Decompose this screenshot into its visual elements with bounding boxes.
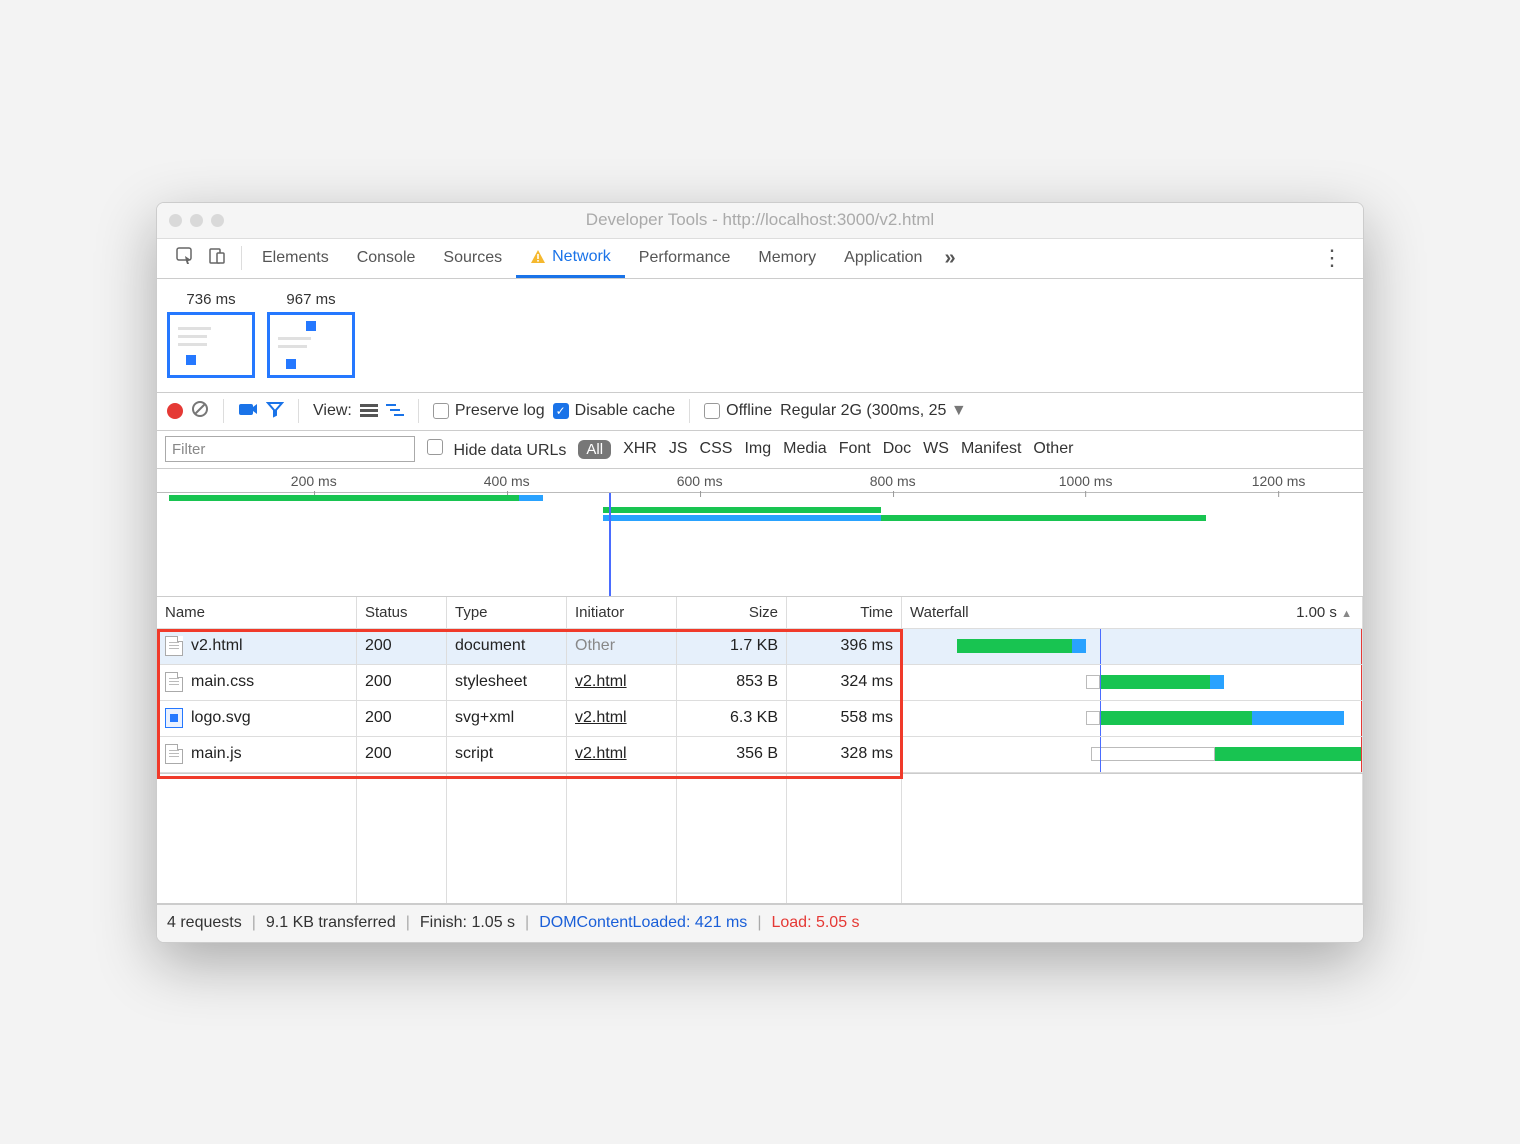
filter-type-doc[interactable]: Doc [883,440,911,458]
table-row[interactable]: main.css 200 stylesheet v2.html 853 B 32… [157,665,1363,701]
window-title: Developer Tools - http://localhost:3000/… [157,210,1363,230]
divider [418,399,419,423]
file-icon [165,744,183,764]
status-transferred: 9.1 KB transferred [266,914,396,932]
sort-asc-icon: ▲ [1341,608,1352,620]
table-empty-area [157,774,1363,904]
filter-input[interactable]: Filter [165,436,415,462]
offline-checkbox[interactable]: Offline [704,402,772,420]
tab-memory[interactable]: Memory [744,239,830,278]
divider [241,246,242,270]
filter-icon[interactable] [266,400,284,423]
col-waterfall[interactable]: Waterfall 1.00 s ▲ [902,597,1363,628]
col-initiator[interactable]: Initiator [567,597,677,628]
filter-type-all[interactable]: All [578,440,611,459]
filter-type-img[interactable]: Img [744,440,771,458]
tab-application[interactable]: Application [830,239,936,278]
table-row[interactable]: main.js 200 script v2.html 356 B 328 ms [157,737,1363,773]
filmstrip-thumb-icon [167,312,255,378]
throttle-select[interactable]: Regular 2G (300ms, 25 ▼ [780,402,967,420]
image-file-icon [165,708,183,728]
filter-bar: Filter Hide data URLs All XHR JS CSS Img… [157,431,1363,469]
large-rows-icon[interactable] [360,401,378,422]
table-row[interactable]: logo.svg 200 svg+xml v2.html 6.3 KB 558 … [157,701,1363,737]
col-time[interactable]: Time [787,597,902,628]
waterfall-view-icon[interactable] [386,401,404,422]
minimize-window-icon[interactable] [190,214,203,227]
preserve-log-checkbox[interactable]: Preserve log [433,402,545,420]
col-name[interactable]: Name [157,597,357,628]
filter-type-css[interactable]: CSS [700,440,733,458]
status-domcontentloaded: DOMContentLoaded: 421 ms [539,914,747,932]
status-requests: 4 requests [167,914,242,932]
network-table: Name Status Type Initiator Size Time Wat… [157,597,1363,774]
tab-performance[interactable]: Performance [625,239,745,278]
view-label: View: [313,402,352,420]
tab-network[interactable]: Network [516,239,625,278]
clear-icon[interactable] [191,400,209,423]
window-controls [157,214,224,227]
table-header: Name Status Type Initiator Size Time Wat… [157,597,1363,629]
screenshot-icon[interactable] [238,401,258,422]
status-finish: Finish: 1.05 s [420,914,515,932]
zoom-window-icon[interactable] [211,214,224,227]
more-tabs-icon[interactable]: » [936,247,963,270]
device-toggle-icon[interactable] [207,246,227,270]
timeline-overview[interactable]: 200 ms 400 ms 600 ms 800 ms 1000 ms 1200… [157,469,1363,597]
disable-cache-checkbox[interactable]: ✓ Disable cache [553,402,676,420]
table-row[interactable]: v2.html 200 document Other 1.7 KB 396 ms [157,629,1363,665]
filter-type-media[interactable]: Media [783,440,827,458]
kebab-menu-icon[interactable]: ⋮ [1313,245,1353,271]
filter-type-font[interactable]: Font [839,440,871,458]
filter-type-ws[interactable]: WS [923,440,949,458]
file-icon [165,636,183,656]
devtools-window: Developer Tools - http://localhost:3000/… [156,202,1364,943]
record-icon[interactable] [167,403,183,419]
divider [223,399,224,423]
hide-data-urls-checkbox[interactable]: Hide data URLs [427,439,566,460]
chevron-down-icon: ▼ [951,402,967,419]
filmstrip-frame[interactable]: 967 ms [267,291,355,378]
inspect-element-icon[interactable] [175,246,195,270]
col-type[interactable]: Type [447,597,567,628]
divider [689,399,690,423]
titlebar: Developer Tools - http://localhost:3000/… [157,203,1363,239]
tab-console[interactable]: Console [343,239,430,278]
filter-type-xhr[interactable]: XHR [623,440,657,458]
filmstrip-thumb-icon [267,312,355,378]
filter-type-js[interactable]: JS [669,440,688,458]
close-window-icon[interactable] [169,214,182,227]
tab-elements[interactable]: Elements [248,239,343,278]
filter-type-manifest[interactable]: Manifest [961,440,1021,458]
status-bar: 4 requests | 9.1 KB transferred | Finish… [157,904,1363,942]
filter-type-other[interactable]: Other [1033,440,1073,458]
divider [298,399,299,423]
filmstrip: 736 ms 967 ms [157,279,1363,393]
devtools-tabbar: Elements Console Sources Network Perform… [157,239,1363,279]
warning-icon [530,249,546,265]
col-status[interactable]: Status [357,597,447,628]
filmstrip-frame[interactable]: 736 ms [167,291,255,378]
file-icon [165,672,183,692]
tab-sources[interactable]: Sources [429,239,516,278]
status-load: Load: 5.05 s [771,914,859,932]
col-size[interactable]: Size [677,597,787,628]
network-toolbar: View: Preserve log ✓ Disable cache Offli… [157,393,1363,431]
